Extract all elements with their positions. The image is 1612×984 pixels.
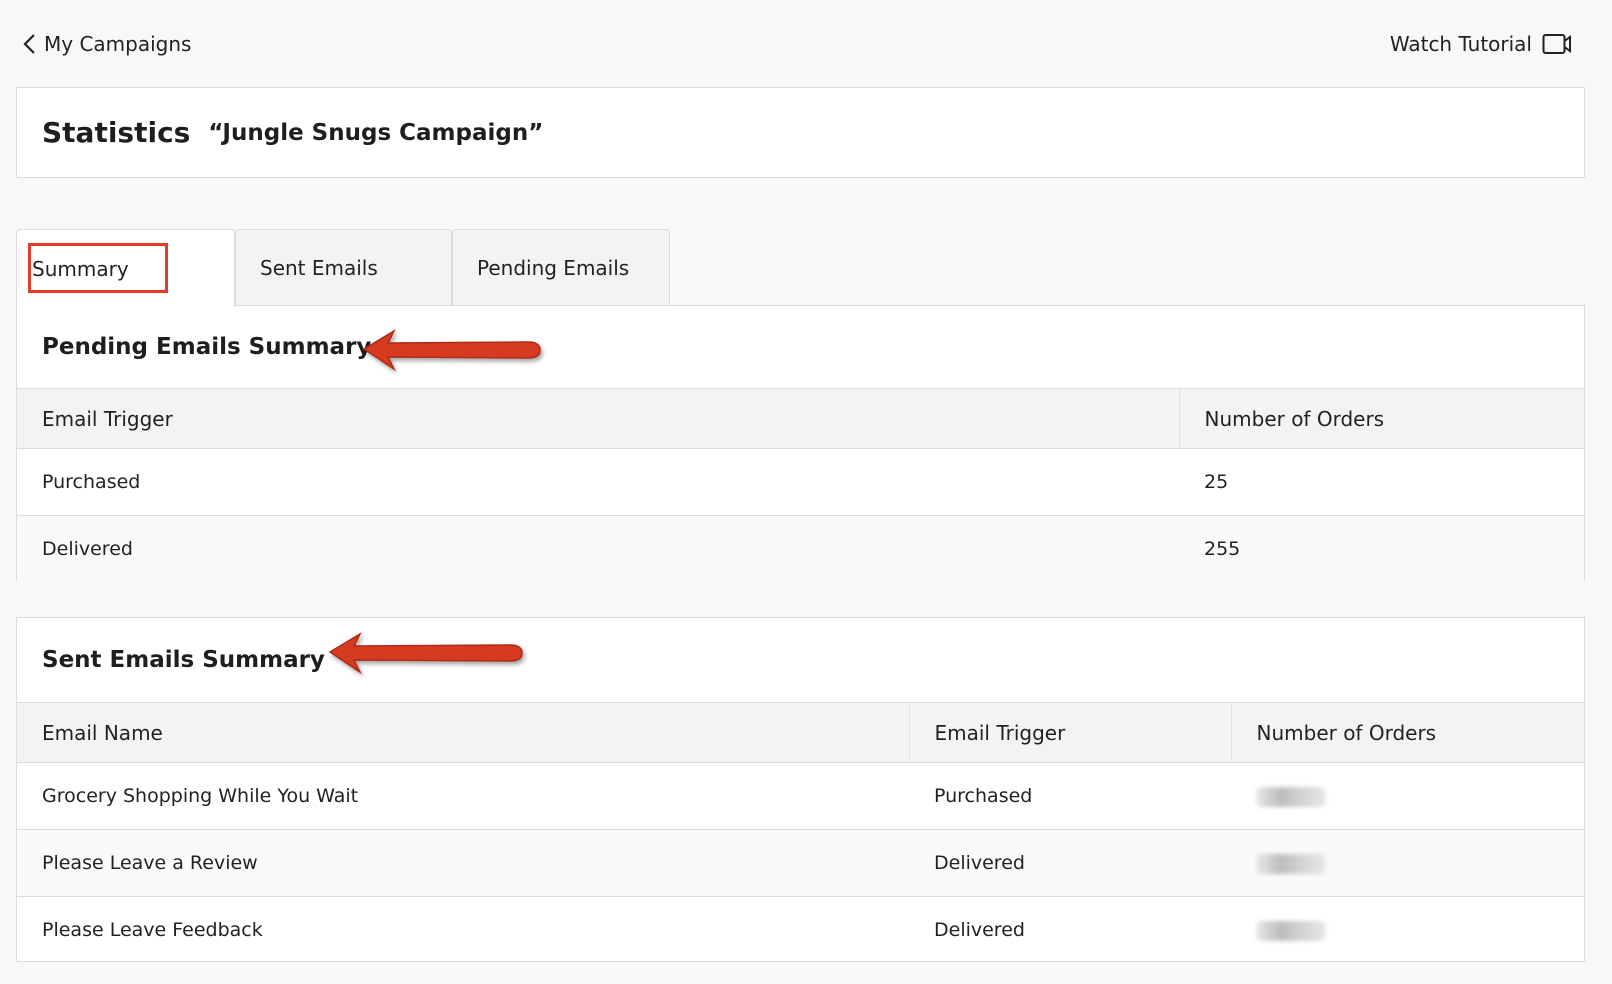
table-row: Please Leave Feedback Delivered bbox=[17, 896, 1584, 964]
tab-sent-emails[interactable]: Sent Emails bbox=[235, 229, 452, 306]
column-header-email-trigger: Email Trigger bbox=[908, 702, 1231, 763]
tab-summary[interactable]: Summary bbox=[16, 229, 235, 307]
column-header-email-name: Email Name bbox=[17, 702, 909, 763]
cell-email-name: Please Leave a Review bbox=[17, 829, 909, 897]
statistics-header: Statistics “Jungle Snugs Campaign” bbox=[16, 87, 1585, 178]
sent-summary-title: Sent Emails Summary bbox=[42, 647, 325, 673]
top-bar: My Campaigns Watch Tutorial bbox=[22, 28, 1572, 60]
cell-number-of-orders: 25 bbox=[1179, 448, 1584, 516]
cell-email-trigger: Purchased bbox=[17, 448, 1179, 516]
watch-tutorial-link[interactable]: Watch Tutorial bbox=[1390, 32, 1572, 56]
page-title: Statistics bbox=[42, 116, 191, 149]
tab-pending-emails-label: Pending Emails bbox=[477, 256, 630, 280]
cell-number-of-orders bbox=[1231, 896, 1584, 964]
column-header-number-of-orders: Number of Orders bbox=[1230, 702, 1584, 763]
cell-number-of-orders bbox=[1231, 829, 1584, 897]
column-header-email-trigger: Email Trigger bbox=[17, 388, 1179, 449]
table-header-row: Email Trigger Number of Orders bbox=[17, 388, 1584, 449]
tab-summary-label: Summary bbox=[32, 256, 129, 281]
table-row: Grocery Shopping While You Wait Purchase… bbox=[17, 762, 1584, 830]
cell-email-name: Grocery Shopping While You Wait bbox=[17, 762, 909, 830]
tab-pending-emails[interactable]: Pending Emails bbox=[452, 229, 670, 306]
blurred-value bbox=[1256, 786, 1326, 807]
statistics-page: My Campaigns Watch Tutorial Statistics “… bbox=[0, 0, 1612, 984]
tab-bar: Summary Sent Emails Pending Emails bbox=[16, 229, 670, 307]
cell-email-trigger: Purchased bbox=[909, 762, 1231, 830]
sent-emails-summary-card: Sent Emails Summary Email Name Email Tri… bbox=[16, 617, 1585, 964]
cell-number-of-orders bbox=[1231, 762, 1584, 830]
pending-emails-summary-card: Pending Emails Summary Email Trigger Num… bbox=[16, 305, 1585, 583]
table-row: Please Leave a Review Delivered bbox=[17, 829, 1584, 897]
table-row: Purchased 25 bbox=[17, 448, 1584, 516]
table-row: Delivered 255 bbox=[17, 515, 1584, 583]
sent-summary-table: Email Name Email Trigger Number of Order… bbox=[17, 702, 1584, 964]
cell-email-trigger: Delivered bbox=[17, 515, 1179, 583]
blurred-value bbox=[1256, 853, 1326, 874]
chevron-left-icon bbox=[23, 34, 35, 54]
pending-summary-title: Pending Emails Summary bbox=[42, 334, 372, 360]
watch-tutorial-label: Watch Tutorial bbox=[1389, 32, 1532, 56]
video-camera-icon bbox=[1542, 34, 1571, 54]
cell-email-trigger: Delivered bbox=[909, 896, 1231, 964]
column-header-number-of-orders: Number of Orders bbox=[1178, 388, 1584, 449]
campaign-name: “Jungle Snugs Campaign” bbox=[208, 119, 544, 146]
back-link-label: My Campaigns bbox=[44, 32, 192, 56]
table-header-row: Email Name Email Trigger Number of Order… bbox=[17, 702, 1584, 763]
tab-sent-emails-label: Sent Emails bbox=[260, 256, 378, 280]
cell-email-name: Please Leave Feedback bbox=[17, 896, 909, 964]
back-to-campaigns-link[interactable]: My Campaigns bbox=[22, 32, 191, 56]
cell-email-trigger: Delivered bbox=[909, 829, 1231, 897]
cell-number-of-orders: 255 bbox=[1179, 515, 1584, 583]
blurred-value bbox=[1256, 920, 1326, 941]
pending-summary-table: Email Trigger Number of Orders Purchased… bbox=[17, 388, 1584, 583]
